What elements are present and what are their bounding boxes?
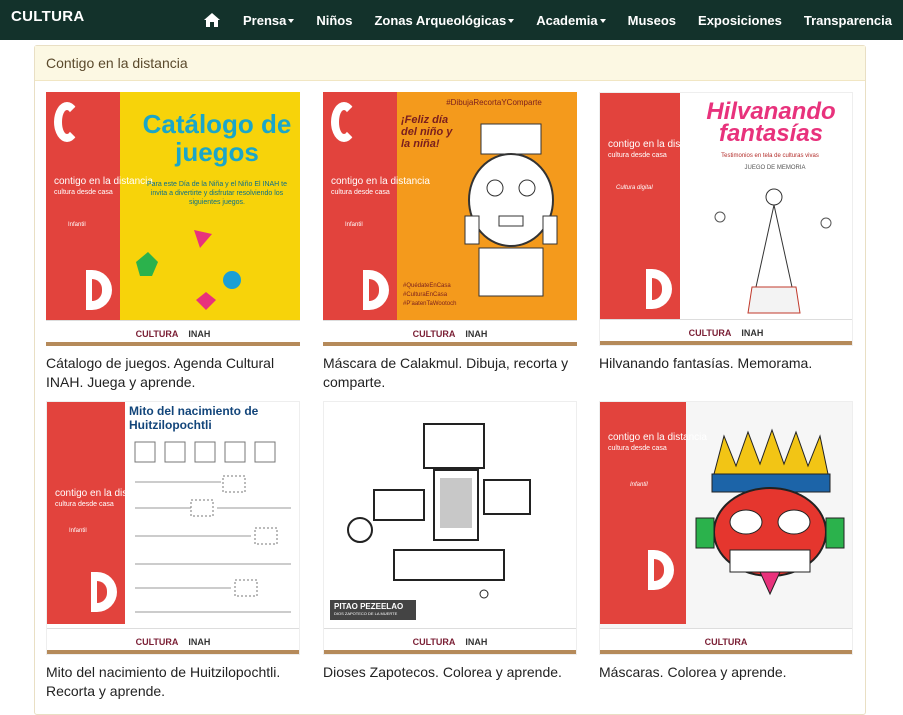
- card-mito-huitzilopochtli[interactable]: contigo en la distancia cultura desde cas…: [46, 401, 300, 701]
- c-logo-shape: [54, 102, 80, 142]
- card-caption[interactable]: Dioses Zapotecos. Colorea y aprende.: [323, 663, 577, 682]
- embroidery-figure: [714, 188, 832, 314]
- poster-title: Mito del nacimiento de Huitzilopochtli: [129, 404, 259, 432]
- contigo-panel: Contigo en la distancia contigo en la di…: [34, 45, 866, 715]
- worksheet-content: [134, 441, 291, 613]
- nav-zonas-arqueologicas[interactable]: Zonas Arqueológicas: [363, 0, 525, 40]
- mask-illustration: [464, 123, 558, 297]
- nav-transparencia[interactable]: Transparencia: [793, 0, 903, 40]
- poster-text: JUEGO DE MEMORIA: [744, 165, 806, 171]
- poster-footer: CULTURA INAH: [47, 628, 299, 654]
- poster-footer: CULTURA INAH: [600, 319, 852, 345]
- card-caption[interactable]: Máscaras. Colorea y aprende.: [599, 663, 853, 682]
- nav-academia[interactable]: Academia: [525, 0, 616, 40]
- top-navbar: CULTURA Prensa Niños Zonas Arqueológicas…: [0, 0, 903, 40]
- shapes-decoration: [136, 230, 241, 310]
- card-caption[interactable]: Cátalogo de juegos. Agenda Cultural INAH…: [46, 354, 300, 392]
- poster-hashtag: #DibujaRecortaYComparte: [446, 98, 542, 107]
- poster-contigo: contigo en la distancia cultura desde cas…: [54, 176, 153, 196]
- card-image[interactable]: contigo en la distancia cultura desde cas…: [46, 92, 300, 346]
- poster-footer: CULTURA INAH: [324, 628, 576, 654]
- home-icon: [203, 13, 220, 27]
- poster-subtitle: DIOS ZAPOTECO DE LA MUERTE: [334, 611, 398, 616]
- nav-prensa[interactable]: Prensa: [232, 0, 305, 40]
- colored-mask-illustration: [695, 428, 845, 596]
- panel-title: Contigo en la distancia: [35, 46, 865, 81]
- poster-tags: #QuédateEnCasa #CulturaEnCasa #P'aatenTa…: [403, 283, 457, 307]
- card-caption[interactable]: Hilvanando fantasías. Memorama.: [599, 354, 853, 373]
- poster-title: Catálogo de juegos: [142, 109, 292, 167]
- poster-title-box: PITAO PEZEELAO DIOS ZAPOTECO DE LA MUERT…: [330, 600, 416, 620]
- card-caption[interactable]: Máscara de Calakmul. Dibuja, recorta y c…: [323, 354, 577, 392]
- poster-tag: Infantil: [69, 528, 87, 534]
- poster-footer: CULTURA: [600, 628, 852, 654]
- poster-contigo: contigo en la distancia cultura desde cas…: [331, 176, 430, 196]
- card-dioses-zapotecos[interactable]: PITAO PEZEELAO DIOS ZAPOTECO DE LA MUERT…: [323, 401, 577, 682]
- zapotec-god-illustration: [347, 423, 531, 599]
- poster-tag: Infantil: [345, 222, 363, 228]
- c-logo-shape: [331, 102, 357, 142]
- caret-down-icon: [508, 19, 515, 23]
- poster-tag: Infantil: [68, 222, 86, 228]
- poster-title: Hilvanando fantasías: [706, 98, 836, 147]
- brand-logo[interactable]: CULTURA: [11, 8, 84, 25]
- main-nav: Prensa Niños Zonas Arqueológicas Academi…: [192, 0, 903, 40]
- caret-down-icon: [288, 19, 295, 23]
- poster-title: ¡Feliz día del niño y la niña!: [401, 114, 453, 150]
- nav-exposiciones[interactable]: Exposiciones: [687, 0, 793, 40]
- card-caption[interactable]: Mito del nacimiento de Huitzilopochtli. …: [46, 663, 300, 701]
- card-image[interactable]: contigo en la distancia cultura desde cas…: [46, 401, 300, 655]
- poster-text: Para este Día de la Niña y el Niño El IN…: [146, 181, 288, 206]
- card-image[interactable]: contigo en la distancia cultura desde cas…: [599, 92, 853, 346]
- nav-museos[interactable]: Museos: [617, 0, 687, 40]
- card-catalogo-juegos[interactable]: contigo en la distancia cultura desde cas…: [46, 92, 300, 392]
- poster-title: PITAO PEZEELAO: [334, 602, 404, 611]
- card-hilvanando-fantasias[interactable]: contigo en la distancia cultura desde cas…: [599, 92, 853, 373]
- card-mascara-calakmul[interactable]: contigo en la distancia cultura desde cas…: [323, 92, 577, 392]
- card-image[interactable]: PITAO PEZEELAO DIOS ZAPOTECO DE LA MUERT…: [323, 401, 577, 655]
- poster-tag: Cultura digital: [616, 185, 653, 191]
- poster-footer: CULTURA INAH: [323, 320, 577, 346]
- poster-footer: CULTURA INAH: [46, 320, 300, 346]
- nav-ninos[interactable]: Niños: [305, 0, 363, 40]
- card-mascaras[interactable]: contigo en la distancia cultura desde cas…: [599, 401, 853, 682]
- card-image[interactable]: contigo en la distancia cultura desde cas…: [599, 401, 853, 655]
- card-image[interactable]: contigo en la distancia cultura desde cas…: [323, 92, 577, 346]
- poster-subtitle: Testimonios en tela de culturas vivas: [721, 153, 819, 159]
- nav-home[interactable]: [192, 0, 232, 40]
- caret-down-icon: [599, 19, 606, 23]
- poster-tag: Infantil: [630, 482, 648, 488]
